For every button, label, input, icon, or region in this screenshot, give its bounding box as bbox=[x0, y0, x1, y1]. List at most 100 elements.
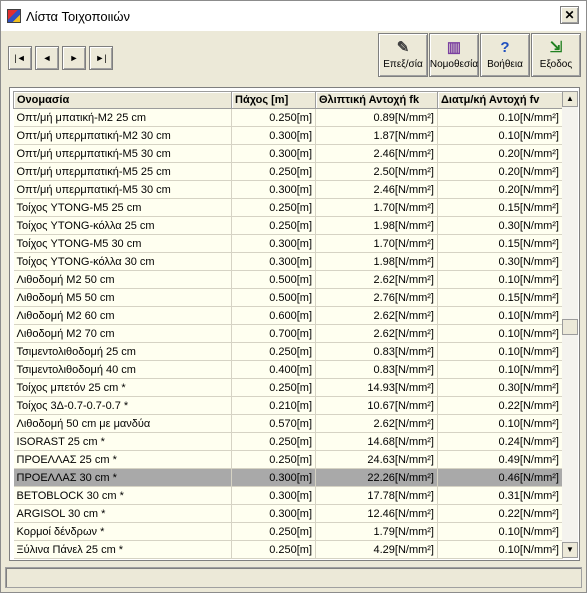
cell-thickness[interactable]: 0.300 [m] bbox=[231, 486, 316, 505]
table-row[interactable]: Τοίχος YTONG-κόλλα 30 cm 0.300 [m] 1.98 [N/m… bbox=[13, 252, 563, 271]
cell-name[interactable]: Τσιμεντολιθοδομή 40 cm bbox=[13, 360, 232, 379]
cell-shear[interactable]: 0.10 [N/mm²] bbox=[437, 540, 563, 559]
edit-button[interactable]: ✎ Επεξ/σία bbox=[378, 33, 428, 77]
cell-thickness[interactable]: 0.250 [m] bbox=[231, 198, 316, 217]
cell-compressive[interactable]: 12.46 [N/mm²] bbox=[315, 504, 438, 523]
cell-shear[interactable]: 0.10 [N/mm²] bbox=[437, 126, 563, 145]
cell-shear[interactable]: 0.49 [N/mm²] bbox=[437, 450, 563, 469]
table-row[interactable]: Τσιμεντολιθοδομή 25 cm 0.250 [m] 0.83 [N/mm²… bbox=[13, 342, 563, 361]
table-row[interactable]: Ξύλινα Πάνελ 25 cm * 0.250 [m] 4.29 [N/mm²] 0… bbox=[13, 540, 563, 559]
cell-name[interactable]: Λιθοδομή Μ2 60 cm bbox=[13, 306, 232, 325]
cell-compressive[interactable]: 22.26 [N/mm²] bbox=[315, 468, 438, 487]
cell-thickness[interactable]: 0.250 [m] bbox=[231, 432, 316, 451]
scroll-thumb[interactable] bbox=[562, 319, 578, 335]
table-row[interactable]: ARGISOL 30 cm * 0.300 [m] 12.46 [N/mm²] 0.22[… bbox=[13, 504, 563, 523]
cell-thickness[interactable]: 0.500 [m] bbox=[231, 270, 316, 289]
cell-compressive[interactable]: 24.63 [N/mm²] bbox=[315, 450, 438, 469]
table-row[interactable]: Τοίχος μπετόν 25 cm * 0.250 [m] 14.93 [N/mm²… bbox=[13, 378, 563, 397]
cell-compressive[interactable]: 0.83 [N/mm²] bbox=[315, 342, 438, 361]
cell-shear[interactable]: 0.22 [N/mm²] bbox=[437, 396, 563, 415]
cell-name[interactable]: Τοίχος YTONG-Μ5 30 cm bbox=[13, 234, 232, 253]
column-header-name[interactable]: Ονομασία bbox=[13, 91, 232, 109]
table-row[interactable]: Λιθοδομή Μ2 60 cm 0.600 [m] 2.62 [N/mm²] 0.10… bbox=[13, 306, 563, 325]
vertical-scrollbar[interactable]: ▲ ▼ bbox=[562, 91, 578, 558]
scroll-up-button[interactable]: ▲ bbox=[562, 91, 578, 107]
cell-name[interactable]: ARGISOL 30 cm * bbox=[13, 504, 232, 523]
cell-compressive[interactable]: 1.98 [N/mm²] bbox=[315, 216, 438, 235]
help-button[interactable]: ? Βοήθεια bbox=[480, 33, 530, 77]
cell-shear[interactable]: 0.10 [N/mm²] bbox=[437, 414, 563, 433]
cell-shear[interactable]: 0.15 [N/mm²] bbox=[437, 288, 563, 307]
cell-shear[interactable]: 0.46 [N/mm²] bbox=[437, 468, 563, 487]
cell-thickness[interactable]: 0.250 [m] bbox=[231, 522, 316, 541]
cell-compressive[interactable]: 14.93 [N/mm²] bbox=[315, 378, 438, 397]
column-header-compressive[interactable]: Θλιπτική Αντοχή fk bbox=[315, 91, 438, 109]
cell-name[interactable]: Τοίχος 3Δ-0.7-0.7-0.7 * bbox=[13, 396, 232, 415]
table-row[interactable]: ΠΡΟΕΛΛΑΣ 25 cm * 0.250 [m] 24.63 [N/mm²] 0.49… bbox=[13, 450, 563, 469]
cell-compressive[interactable]: 4.29 [N/mm²] bbox=[315, 540, 438, 559]
cell-name[interactable]: Λιθοδομή Μ5 50 cm bbox=[13, 288, 232, 307]
cell-thickness[interactable]: 0.570 [m] bbox=[231, 414, 316, 433]
cell-compressive[interactable]: 2.62 [N/mm²] bbox=[315, 324, 438, 343]
cell-shear[interactable]: 0.10 [N/mm²] bbox=[437, 342, 563, 361]
table-row[interactable]: Τσιμεντολιθοδομή 40 cm 0.400 [m] 0.83 [N/mm²… bbox=[13, 360, 563, 379]
table-row[interactable]: Τοίχος YTONG-κόλλα 25 cm 0.250 [m] 1.98 [N/m… bbox=[13, 216, 563, 235]
table-row[interactable]: Οπτ/μή υπερμπατική-Μ5 30 cm 0.300 [m] 2.46[… bbox=[13, 144, 563, 163]
cell-name[interactable]: Οπτ/μή υπερμπατική-Μ5 30 cm bbox=[13, 180, 232, 199]
cell-name[interactable]: Τοίχος YTONG-κόλλα 25 cm bbox=[13, 216, 232, 235]
cell-thickness[interactable]: 0.250 [m] bbox=[231, 342, 316, 361]
cell-name[interactable]: Οπτ/μή υπερμπατική-Μ5 30 cm bbox=[13, 144, 232, 163]
cell-shear[interactable]: 0.24 [N/mm²] bbox=[437, 432, 563, 451]
cell-thickness[interactable]: 0.400 [m] bbox=[231, 360, 316, 379]
cell-name[interactable]: Τοίχος YTONG-κόλλα 30 cm bbox=[13, 252, 232, 271]
cell-thickness[interactable]: 0.300 [m] bbox=[231, 504, 316, 523]
cell-name[interactable]: Οπτ/μή υπερμπατική-Μ5 25 cm bbox=[13, 162, 232, 181]
cell-name[interactable]: ΠΡΟΕΛΛΑΣ 30 cm * bbox=[13, 468, 232, 487]
cell-name[interactable]: Λιθοδομή Μ2 70 cm bbox=[13, 324, 232, 343]
cell-compressive[interactable]: 0.89 [N/mm²] bbox=[315, 108, 438, 127]
cell-thickness[interactable]: 0.210 [m] bbox=[231, 396, 316, 415]
cell-shear[interactable]: 0.30 [N/mm²] bbox=[437, 252, 563, 271]
cell-thickness[interactable]: 0.300 [m] bbox=[231, 468, 316, 487]
cell-shear[interactable]: 0.20 [N/mm²] bbox=[437, 162, 563, 181]
table-row[interactable]: Οπτ/μή υπερμπατική-Μ5 25 cm 0.250 [m] 2.50[… bbox=[13, 162, 563, 181]
cell-shear[interactable]: 0.30 [N/mm²] bbox=[437, 216, 563, 235]
next-record-button[interactable]: ► bbox=[62, 46, 86, 70]
cell-thickness[interactable]: 0.250 [m] bbox=[231, 378, 316, 397]
table-row[interactable]: Λιθοδομή 50 cm με μανδύα 0.570 [m] 2.62 [N/m… bbox=[13, 414, 563, 433]
cell-compressive[interactable]: 2.46 [N/mm²] bbox=[315, 144, 438, 163]
cell-compressive[interactable]: 1.87 [N/mm²] bbox=[315, 126, 438, 145]
cell-shear[interactable]: 0.10 [N/mm²] bbox=[437, 360, 563, 379]
close-button[interactable]: ✕ bbox=[560, 6, 579, 24]
cell-compressive[interactable]: 2.62 [N/mm²] bbox=[315, 306, 438, 325]
table-row[interactable]: Οπτ/μή υπερμπατική-Μ5 30 cm 0.300 [m] 2.46[… bbox=[13, 180, 563, 199]
cell-thickness[interactable]: 0.250 [m] bbox=[231, 216, 316, 235]
cell-shear[interactable]: 0.20 [N/mm²] bbox=[437, 144, 563, 163]
cell-shear[interactable]: 0.10 [N/mm²] bbox=[437, 306, 563, 325]
cell-thickness[interactable]: 0.300 [m] bbox=[231, 252, 316, 271]
cell-compressive[interactable]: 2.76 [N/mm²] bbox=[315, 288, 438, 307]
table-row[interactable]: Τοίχος YTONG-Μ5 30 cm 0.300 [m] 1.70 [N/mm²]… bbox=[13, 234, 563, 253]
cell-thickness[interactable]: 0.600 [m] bbox=[231, 306, 316, 325]
cell-shear[interactable]: 0.20 [N/mm²] bbox=[437, 180, 563, 199]
cell-thickness[interactable]: 0.250 [m] bbox=[231, 450, 316, 469]
cell-name[interactable]: Λιθοδομή 50 cm με μανδύα bbox=[13, 414, 232, 433]
table-row[interactable]: ΠΡΟΕΛΛΑΣ 30 cm * 0.300 [m] 22.26 [N/mm²] 0.46… bbox=[13, 468, 563, 487]
cell-thickness[interactable]: 0.500 [m] bbox=[231, 288, 316, 307]
cell-name[interactable]: BETOBLOCK 30 cm * bbox=[13, 486, 232, 505]
cell-shear[interactable]: 0.30 [N/mm²] bbox=[437, 378, 563, 397]
cell-shear[interactable]: 0.10 [N/mm²] bbox=[437, 324, 563, 343]
cell-shear[interactable]: 0.10 [N/mm²] bbox=[437, 522, 563, 541]
cell-name[interactable]: Κορμοί δένδρων * bbox=[13, 522, 232, 541]
cell-compressive[interactable]: 2.50 [N/mm²] bbox=[315, 162, 438, 181]
cell-thickness[interactable]: 0.300 [m] bbox=[231, 126, 316, 145]
table-row[interactable]: Κορμοί δένδρων * 0.250 [m] 1.79 [N/mm²] 0.10[… bbox=[13, 522, 563, 541]
cell-thickness[interactable]: 0.250 [m] bbox=[231, 540, 316, 559]
cell-compressive[interactable]: 17.78 [N/mm²] bbox=[315, 486, 438, 505]
legislation-button[interactable]: ▥ Νομοθεσία bbox=[429, 33, 479, 77]
cell-name[interactable]: Ξύλινα Πάνελ 25 cm * bbox=[13, 540, 232, 559]
cell-name[interactable]: ΠΡΟΕΛΛΑΣ 25 cm * bbox=[13, 450, 232, 469]
column-header-shear[interactable]: Διατμ/κή Αντοχή fv bbox=[437, 91, 563, 109]
cell-compressive[interactable]: 1.79 [N/mm²] bbox=[315, 522, 438, 541]
table-row[interactable]: Τοίχος YTONG-Μ5 25 cm 0.250 [m] 1.70 [N/mm²]… bbox=[13, 198, 563, 217]
